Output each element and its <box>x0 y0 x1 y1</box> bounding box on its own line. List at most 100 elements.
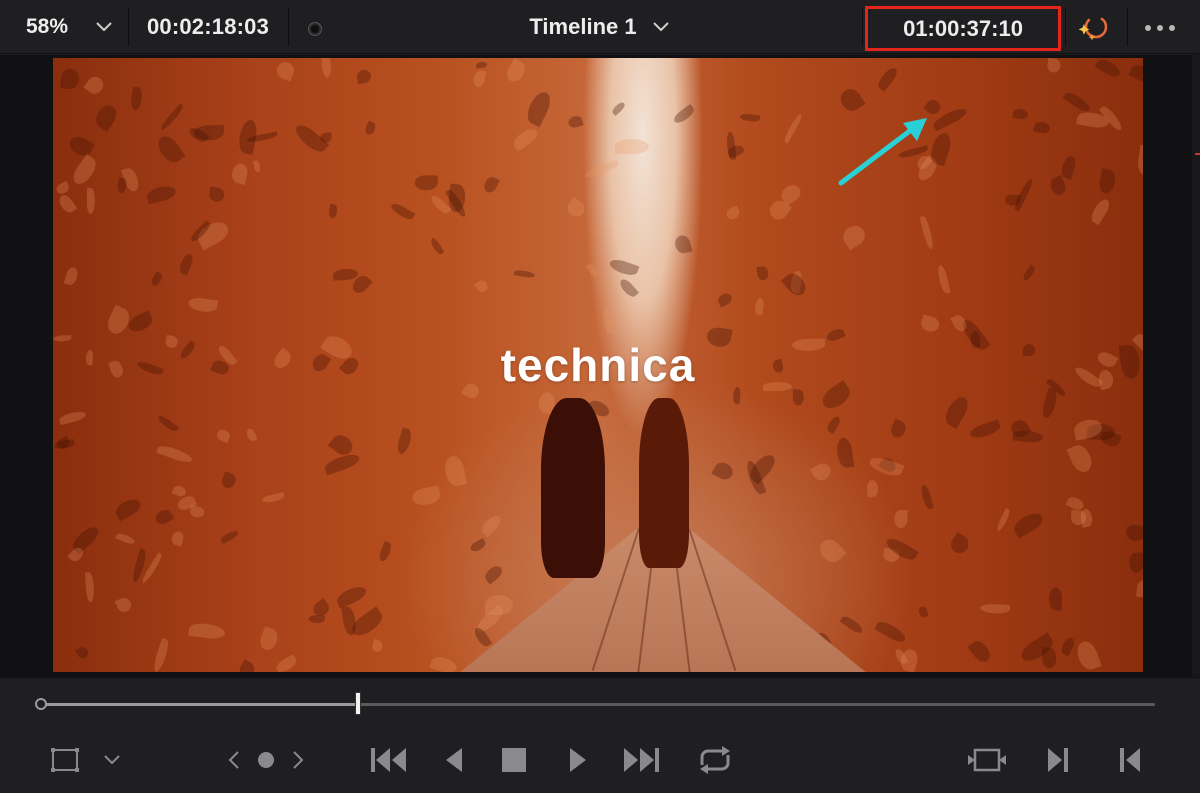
title-overlay-text: technica <box>500 339 696 391</box>
leaf-shape <box>1010 509 1046 540</box>
match-frame-icon[interactable] <box>964 740 1010 780</box>
leaf-shape <box>57 409 86 425</box>
leaf-shape <box>154 131 186 167</box>
leaf-shape <box>114 595 134 615</box>
leaf-shape <box>711 459 736 483</box>
divider <box>862 8 863 46</box>
leaf-shape <box>875 65 901 92</box>
chevron-down-icon[interactable] <box>98 740 126 780</box>
leaf-shape <box>918 215 935 251</box>
right-edge-panel <box>1192 55 1200 677</box>
leaf-shape <box>839 221 870 251</box>
leaf-shape <box>1048 586 1064 611</box>
leaf-shape <box>261 491 285 504</box>
leaf-shape <box>54 180 71 196</box>
leaf-shape <box>564 196 588 220</box>
leaf-shape <box>866 479 880 497</box>
leaf-shape <box>607 256 640 278</box>
leaf-shape <box>332 268 358 281</box>
leaf-shape <box>309 615 326 625</box>
leaf-shape <box>219 528 241 544</box>
unsaved-indicator-icon <box>309 23 321 35</box>
jump-to-end-icon[interactable] <box>618 740 664 780</box>
leaf-shape <box>1088 196 1113 226</box>
leaf-shape <box>245 428 258 443</box>
stop-icon[interactable] <box>498 740 530 780</box>
leaf-shape <box>84 572 95 602</box>
magic-sparkle-icon[interactable] <box>1072 10 1112 46</box>
leaf-shape <box>145 184 177 205</box>
play-icon[interactable] <box>562 740 594 780</box>
leaf-shape <box>377 541 394 564</box>
leaf-shape <box>103 304 133 338</box>
leaf-shape <box>472 68 487 89</box>
chevron-right-icon[interactable] <box>286 740 310 780</box>
leaf-shape <box>60 68 80 90</box>
leaf-shape <box>935 263 951 295</box>
scrubber-start-handle[interactable] <box>35 698 47 710</box>
leaf-shape <box>156 413 180 434</box>
play-reverse-icon[interactable] <box>438 740 470 780</box>
loop-icon[interactable] <box>692 740 738 780</box>
leaf-shape <box>410 486 442 508</box>
leaf-shape <box>236 119 259 156</box>
leaf-shape <box>364 120 378 137</box>
leaf-shape <box>91 102 120 132</box>
zoom-selector[interactable]: 58% <box>0 0 128 54</box>
leaf-shape <box>739 113 761 123</box>
leaf-shape <box>511 125 541 152</box>
leaf-shape <box>1136 577 1143 599</box>
leaf-shape <box>474 278 491 295</box>
leaf-shape <box>356 68 373 85</box>
leaf-shape <box>236 659 257 672</box>
timeline-selector[interactable]: Timeline 1 <box>480 0 720 54</box>
leaf-shape <box>1042 647 1057 669</box>
chevron-down-icon <box>652 22 669 32</box>
leaf-shape <box>151 638 171 672</box>
leaf-shape <box>66 133 95 159</box>
leaf-shape <box>1046 58 1061 73</box>
chevron-down-icon <box>96 22 112 32</box>
leaf-shape <box>485 594 514 615</box>
playhead-handle[interactable] <box>354 692 361 715</box>
leaf-shape <box>888 418 908 440</box>
leaf-shape <box>1128 60 1143 90</box>
chevron-left-icon[interactable] <box>222 740 246 780</box>
leaf-shape <box>273 654 299 672</box>
leaf-shape <box>193 124 224 141</box>
leaf-shape <box>919 483 934 510</box>
leaf-shape <box>252 159 261 173</box>
leaf-shape <box>394 427 414 456</box>
leaf-shape <box>230 161 251 185</box>
leaf-shape <box>1063 89 1093 114</box>
leaf-shape <box>601 305 615 335</box>
leaf-shape <box>87 187 96 215</box>
leaf-shape <box>617 277 639 300</box>
leaf-shape <box>1128 552 1143 573</box>
leaf-shape <box>188 622 226 641</box>
leaf-shape <box>189 505 205 519</box>
leaf-shape <box>70 154 101 188</box>
leaf-shape <box>610 100 626 116</box>
leaf-shape <box>522 89 555 128</box>
leaf-shape <box>125 310 155 336</box>
current-timecode[interactable]: 01:00:37:10 <box>865 6 1061 51</box>
safe-area-frame-icon[interactable] <box>44 740 86 780</box>
jump-to-start-icon[interactable] <box>366 740 412 780</box>
leaf-shape <box>1066 442 1096 476</box>
leaf-shape <box>1096 168 1117 196</box>
mark-in-icon[interactable] <box>1042 740 1074 780</box>
leaf-shape <box>187 295 219 314</box>
leaf-shape <box>941 393 972 429</box>
leaf-shape <box>257 626 281 653</box>
dot-marker-icon[interactable] <box>254 740 278 780</box>
leaf-shape <box>177 253 196 277</box>
leaf-shape <box>969 419 1003 441</box>
leaf-shape <box>585 262 600 279</box>
leaf-shape <box>327 203 339 219</box>
leaf-shape <box>371 639 385 654</box>
mark-out-icon[interactable] <box>1114 740 1146 780</box>
leaf-shape <box>614 138 649 155</box>
ellipsis-icon[interactable] <box>1138 14 1182 42</box>
video-frame[interactable]: technica <box>53 58 1143 672</box>
